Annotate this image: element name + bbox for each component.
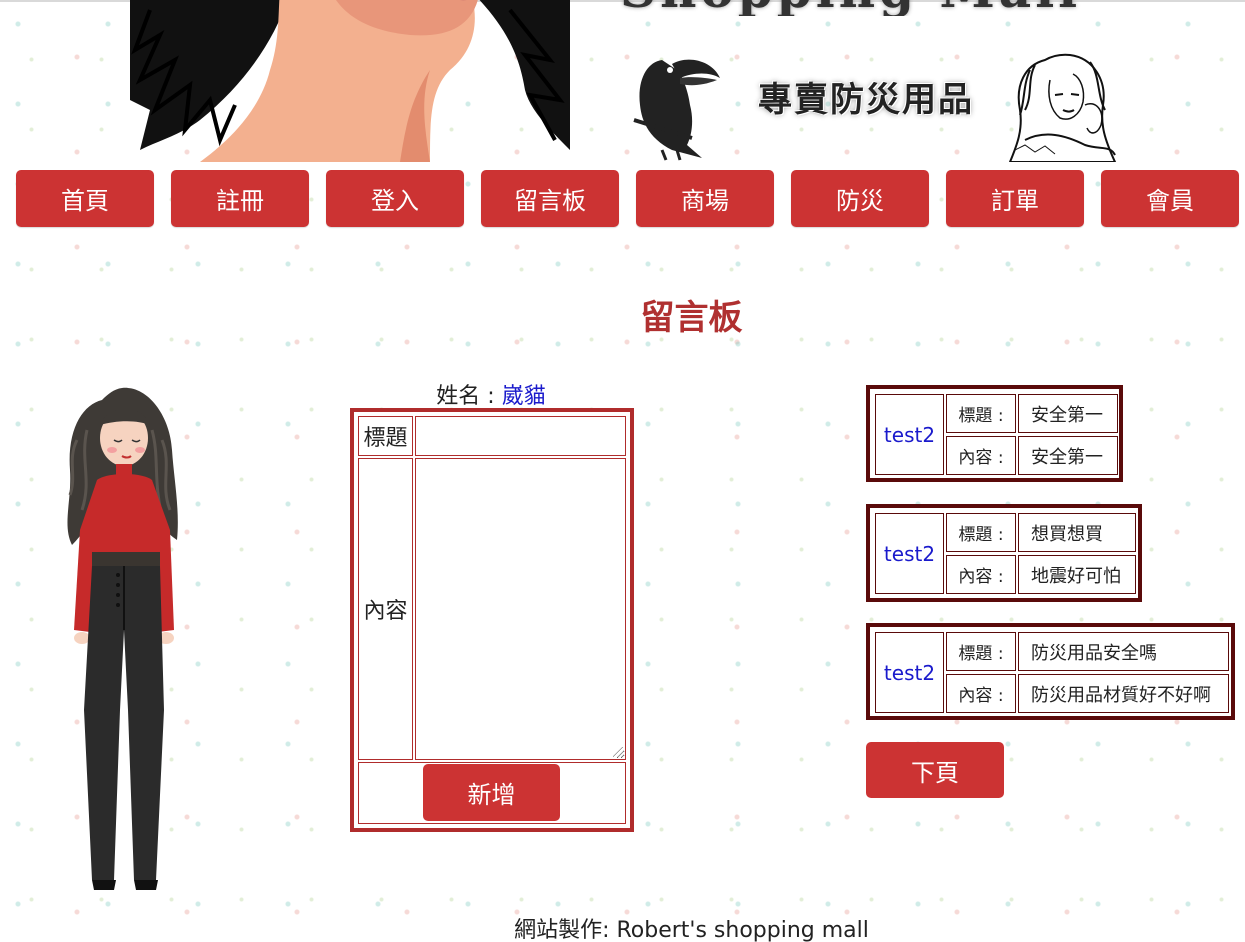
- message-author-link[interactable]: test2: [875, 632, 944, 713]
- message-card: test2 標題 : 安全第一 內容 : 安全第一: [866, 385, 1123, 482]
- message-content-label: 內容 :: [946, 436, 1016, 475]
- message-title: 防災用品安全嗎: [1018, 632, 1229, 671]
- message-card: test2 標題 : 想買想買 內容 : 地震好可怕: [866, 504, 1142, 602]
- nav-register-button[interactable]: 註冊: [171, 170, 309, 227]
- page-title: 留言板: [640, 298, 743, 338]
- footer-credit: 網站製作: Robert's shopping mall: [514, 918, 869, 942]
- message-author-link[interactable]: test2: [875, 394, 944, 475]
- banner-tagline: 專賣防災用品: [758, 80, 974, 120]
- nav-disaster-button[interactable]: 防災: [791, 170, 929, 227]
- vintage-lady-sketch: [1008, 53, 1117, 162]
- author-name-value: 崴貓: [501, 384, 546, 409]
- page-title-wrap: 留言板: [0, 290, 1245, 339]
- title-label: 標題: [358, 416, 413, 456]
- nav-guestbook-button[interactable]: 留言板: [481, 170, 619, 227]
- textarea-resize-handle[interactable]: [613, 747, 623, 757]
- site-banner: Shopping Mall 專賣防災用品: [0, 0, 1245, 162]
- toucan-icon: [633, 59, 720, 161]
- message-title-label: 標題 :: [946, 513, 1016, 552]
- content-field-cell: [415, 458, 626, 760]
- message-content: 防災用品材質好不好啊: [1018, 674, 1229, 713]
- content-textarea[interactable]: [416, 459, 625, 759]
- message-author-link[interactable]: test2: [875, 513, 944, 594]
- site-footer: 網站製作: Robert's shopping mall: [0, 912, 1245, 942]
- standing-girl-illustration: [67, 387, 178, 890]
- woman-face-illustration: [130, 0, 570, 162]
- nav-mall-button[interactable]: 商場: [636, 170, 774, 227]
- submit-cell: 新增: [358, 762, 626, 824]
- author-name-line: 姓名 : 崴貓: [350, 378, 632, 410]
- title-input[interactable]: [416, 417, 625, 455]
- add-message-button[interactable]: 新增: [423, 764, 560, 821]
- nav-home-button[interactable]: 首頁: [16, 170, 154, 227]
- message-content-label: 內容 :: [946, 555, 1016, 594]
- message-content: 安全第一: [1018, 436, 1118, 475]
- content-label: 內容: [358, 458, 413, 760]
- message-content-label: 內容 :: [946, 674, 1016, 713]
- message-title: 想買想買: [1018, 513, 1136, 552]
- title-field-cell: [415, 416, 626, 456]
- message-title: 安全第一: [1018, 394, 1118, 433]
- main-nav: 首頁 註冊 登入 留言板 商場 防災 訂單 會員: [16, 170, 1239, 227]
- author-name-label: 姓名 :: [436, 384, 502, 409]
- message-content: 地震好可怕: [1018, 555, 1136, 594]
- nav-login-button[interactable]: 登入: [326, 170, 464, 227]
- next-page-button[interactable]: 下頁: [866, 742, 1004, 798]
- nav-member-button[interactable]: 會員: [1101, 170, 1239, 227]
- message-card: test2 標題 : 防災用品安全嗎 內容 : 防災用品材質好不好啊: [866, 623, 1235, 720]
- message-form: 標題 內容 新增: [350, 408, 634, 832]
- nav-orders-button[interactable]: 訂單: [946, 170, 1084, 227]
- banner-title: Shopping Mall: [620, 0, 1140, 16]
- message-title-label: 標題 :: [946, 394, 1016, 433]
- message-title-label: 標題 :: [946, 632, 1016, 671]
